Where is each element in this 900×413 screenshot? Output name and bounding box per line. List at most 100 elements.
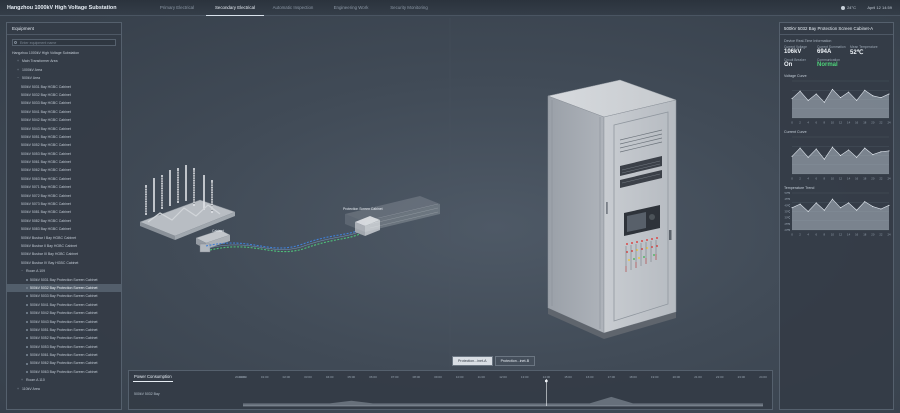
tree-item-label: Room A 109 [26, 269, 46, 274]
tree-item[interactable]: 500kV 5053 Bay Protection Screen Cabinet [12, 343, 121, 351]
tree-item-label: 500kV 5061 Bay Protection Screen Cabinet [30, 353, 98, 358]
x-tick-label: 24 [887, 233, 891, 237]
tree-item[interactable]: 500kV Busbar I Bay HGBC Cabinet [12, 234, 121, 242]
time-tick-label: 02:00 [283, 375, 291, 379]
metric-value: 106kV [784, 49, 802, 55]
view-tab-b[interactable]: Protection...inet-B [494, 356, 536, 366]
tree-item[interactable]: + Main Transformer Area [12, 57, 121, 65]
time-tick-label: 13:00 [521, 375, 529, 379]
tree-item[interactable]: 500kV 5062 Bay HGBC Cabinet [12, 166, 121, 174]
leaf-icon [26, 278, 28, 281]
tree-item[interactable]: 500kV Busbar II Bay HGBC Cabinet [12, 242, 121, 250]
tree-item[interactable]: −500kV Area [12, 74, 121, 82]
data-point [791, 155, 793, 157]
section-title: Device Real-Time Information [784, 39, 832, 43]
equipment-search-input[interactable]: Enter equipment name [12, 39, 116, 46]
data-point [872, 206, 874, 208]
tree-item[interactable]: 500kV 5041 Bay HGBC Cabinet [12, 108, 121, 116]
time-tick-label: 11:00 [478, 375, 486, 379]
tree-item-label: 500kV 5041 Bay HGBC Cabinet [21, 109, 71, 114]
x-tick-label: 12 [839, 233, 843, 237]
tree-item[interactable]: 500kV 5053 Bay HGBC Cabinet [12, 150, 121, 158]
tree-item[interactable]: 500kV 5083 Bay HGBC Cabinet [12, 225, 121, 233]
time-marker-handle[interactable] [544, 379, 548, 383]
current-chart: Current Curve 0 2 4 6 8 10 12 14 16 18 20 22 24 [780, 130, 893, 181]
tree-item[interactable]: + Room A 110 [12, 376, 121, 384]
tree-item-label: 500kV 5082 Bay HGBC Cabinet [21, 218, 71, 223]
tree-item[interactable]: 500kV 5051 Bay Protection Screen Cabinet [12, 326, 121, 334]
3d-viewport[interactable]: Protection Screen Cabinet Cabinet [0, 0, 900, 413]
tree-item[interactable]: 500kV 5063 Bay HGBC Cabinet [12, 175, 121, 183]
leaf-icon [26, 345, 28, 348]
tree-item[interactable]: 500kV Busbar III Bay HGBC Cabinet [12, 250, 121, 258]
tab-secondary-electrical[interactable]: Secondary Electrical [206, 0, 264, 16]
tree-item[interactable]: 500kV 5042 Bay Protection Screen Cabinet [12, 309, 121, 317]
title-underline [133, 381, 173, 382]
tab-security-monitoring[interactable]: Security Monitoring [380, 0, 438, 16]
tree-item-label: 500kV Busbar I Bay HGBC Cabinet [21, 235, 77, 240]
tree-item[interactable]: +1000kV Area [12, 66, 121, 74]
tree-item[interactable]: 500kV 5061 Bay Protection Screen Cabinet [12, 351, 121, 359]
data-point [823, 101, 825, 103]
metric-voltage: Current Voltage 106kV [784, 45, 817, 56]
tree-item[interactable]: 500kV 5041 Bay Protection Screen Cabinet [12, 301, 121, 309]
data-point [880, 208, 882, 210]
tree-item[interactable]: 500kV 5061 Bay HGBC Cabinet [12, 158, 121, 166]
tree-item-label: 500kV 5083 Bay HGBC Cabinet [21, 227, 71, 232]
x-tick-label: 24 [887, 121, 891, 125]
tab-engineering-work[interactable]: Engineering Work [322, 0, 380, 16]
tree-item[interactable]: 500kV 5081 Bay HGBC Cabinet [12, 208, 121, 216]
tree-item-label: 500kV 5053 Bay Protection Screen Cabinet [30, 344, 98, 349]
x-tick-label: 10 [831, 233, 835, 237]
tree-item[interactable]: 500kV 5062 Bay Protection Screen Cabinet [12, 359, 121, 367]
tree-item[interactable]: 500kV 5071 Bay HGBC Cabinet [12, 183, 121, 191]
main-tabs: Primary Electrical Secondary Electrical … [148, 0, 438, 16]
tree-item[interactable]: 500kV 5031 Bay HGBC Cabinet [12, 83, 121, 91]
tree-item-label: 500kV 5042 Bay HGBC Cabinet [21, 118, 71, 123]
y-tick-label: 45℃ [785, 197, 792, 201]
data-point [815, 202, 817, 204]
tree-item-label: 500kV 5073 Bay HGBC Cabinet [21, 202, 71, 207]
tree-item[interactable]: 500kV 5052 Bay HGBC Cabinet [12, 141, 121, 149]
tree-item[interactable]: 500kV 5051 Bay HGBC Cabinet [12, 133, 121, 141]
tree-item[interactable]: − Room A 109 [12, 267, 121, 275]
tree-item[interactable]: 500kV 5033 Bay Protection Screen Cabinet [12, 292, 121, 300]
x-tick-label: 4 [807, 233, 809, 237]
time-tick-label: 17:00 [608, 375, 616, 379]
x-tick-label: 8 [824, 233, 826, 237]
tree-item[interactable]: 500kV 5043 Bay Protection Screen Cabinet [12, 318, 121, 326]
top-navigation-bar: Hangzhou 1000kV High Voltage Substation … [0, 0, 900, 16]
power-consumption-chart[interactable]: 2024.0100:00 01:00 02:00 03:00 04:00 05:00 06:… [233, 373, 773, 409]
hub-cabinet-label[interactable]: Protection Screen Cabinet [343, 207, 383, 211]
time-tick-label: 00:00 [239, 375, 247, 379]
time-tick-label: 01:00 [261, 375, 269, 379]
tree-item[interactable]: 500kV 5042 Bay HGBC Cabinet [12, 116, 121, 124]
tree-item[interactable]: 500kV 5072 Bay HGBC Cabinet [12, 192, 121, 200]
tree-item[interactable]: 500kV 5032 Bay Protection Screen Cabinet [7, 283, 121, 293]
data-point [831, 146, 833, 148]
tree-item[interactable]: 500kV 5031 Bay Protection Screen Cabinet [12, 276, 121, 284]
leaf-icon [26, 312, 28, 315]
tab-primary-electrical[interactable]: Primary Electrical [148, 0, 206, 16]
time-tick-label: 04:00 [326, 375, 334, 379]
tree-item[interactable]: 500kV 5052 Bay Protection Screen Cabinet [12, 334, 121, 342]
data-point [807, 211, 809, 212]
tree-item-label: Room A 110 [26, 378, 45, 383]
x-tick-label: 6 [815, 233, 817, 237]
metric-breaker: Circuit Breaker On [784, 58, 817, 68]
tree-item[interactable]: Hangzhou 1000kV High Voltage Substation [12, 49, 121, 57]
tree-item[interactable]: 500kV 5082 Bay HGBC Cabinet [12, 217, 121, 225]
data-point [823, 209, 825, 211]
data-point [856, 209, 858, 211]
tree-item[interactable]: 500kV Busbar IV Bay HGBC Cabinet [12, 259, 121, 267]
tab-automatic-inspection[interactable]: Automatic Inspection [264, 0, 322, 16]
tree-item[interactable]: +110kV Area [12, 385, 121, 393]
tree-item[interactable]: 500kV 5033 Bay HGBC Cabinet [12, 99, 121, 107]
tree-item[interactable]: 500kV 5073 Bay HGBC Cabinet [12, 200, 121, 208]
tree-item[interactable]: 500kV 5043 Bay HGBC Cabinet [12, 125, 121, 133]
tree-item[interactable]: 500kV 5063 Bay Protection Screen Cabinet [12, 368, 121, 376]
tree-item[interactable]: 500kV 5032 Bay HGBC Cabinet [12, 91, 121, 99]
small-cabinet-label[interactable]: Cabinet [212, 229, 224, 233]
data-point [831, 88, 833, 90]
view-tab-a[interactable]: Protection...inet-A [452, 356, 493, 366]
